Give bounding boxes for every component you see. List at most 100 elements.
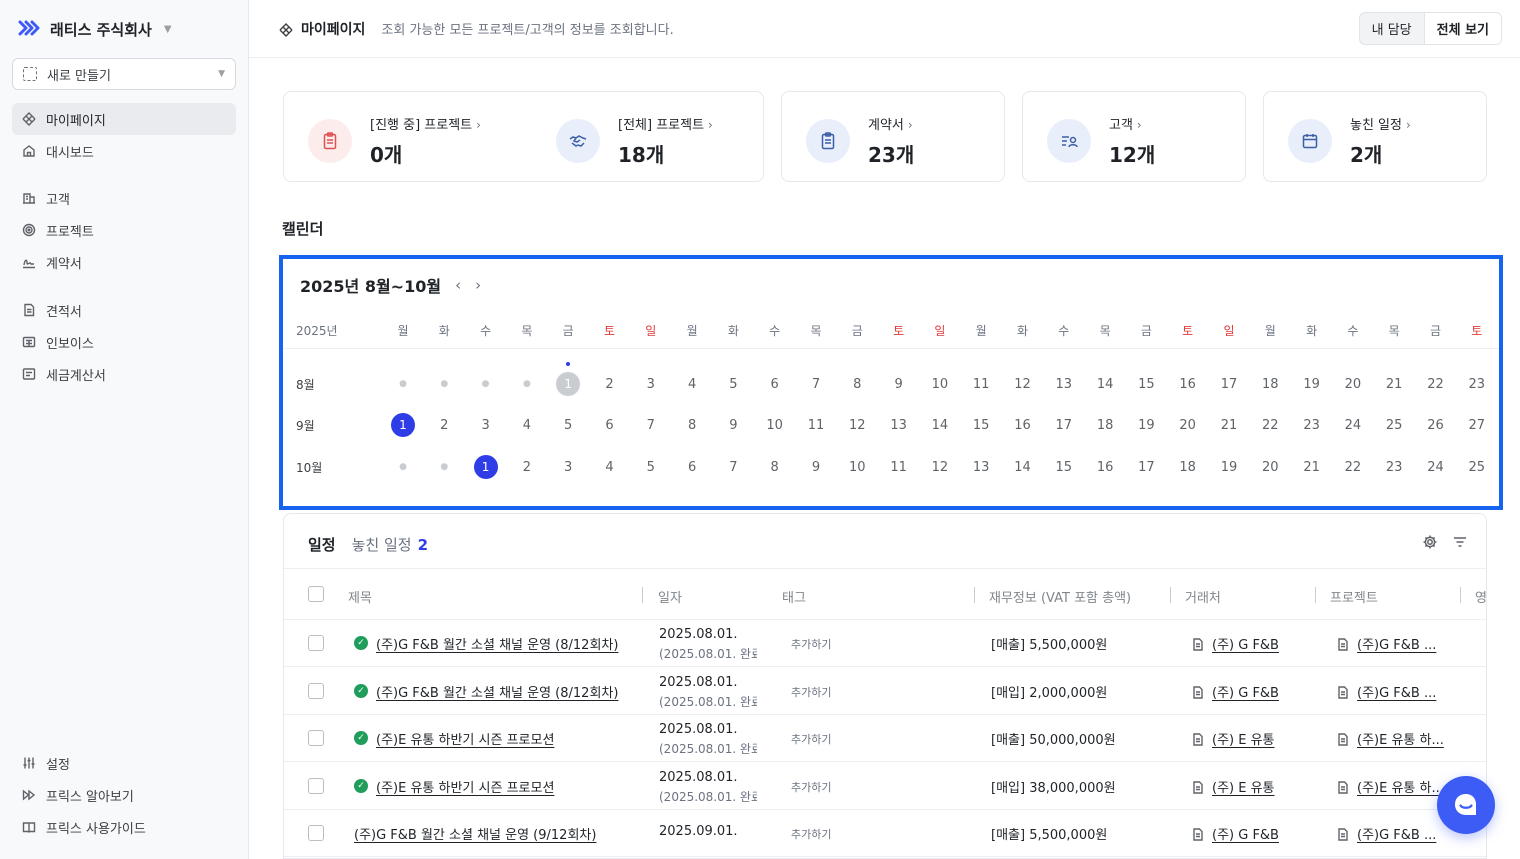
column-tag[interactable]: 태그: [782, 587, 806, 606]
column-resizer[interactable]: [974, 587, 975, 603]
sidebar-item-about[interactable]: 프릭스 알아보기: [12, 779, 236, 811]
add-tag-button[interactable]: 추가하기: [791, 779, 831, 795]
row-checkbox[interactable]: [308, 635, 324, 651]
column-extra[interactable]: 영: [1475, 587, 1486, 606]
calendar-day[interactable]: 19: [1134, 413, 1158, 437]
calendar-day[interactable]: 22: [1341, 455, 1365, 479]
calendar-day[interactable]: 5: [721, 372, 745, 396]
calendar-day[interactable]: 23: [1382, 455, 1406, 479]
stat-customers[interactable]: 고객 › 12개: [1047, 114, 1155, 168]
chevron-left-icon[interactable]: ‹: [455, 276, 461, 294]
calendar-day[interactable]: 8: [680, 413, 704, 437]
calendar-day[interactable]: 17: [1052, 413, 1076, 437]
calendar-day[interactable]: 6: [763, 372, 787, 396]
workspace-switcher[interactable]: 래티스 주식회사 ▼: [18, 18, 172, 40]
calendar-day[interactable]: 23: [1300, 413, 1324, 437]
sidebar-item-tax-invoices[interactable]: 세금계산서: [12, 358, 236, 390]
calendar-day[interactable]: 12: [928, 455, 952, 479]
toggle-view-all[interactable]: 전체 보기: [1423, 13, 1501, 44]
calendar-day[interactable]: 11: [804, 413, 828, 437]
schedule-client[interactable]: (주) E 유통: [1192, 777, 1275, 796]
add-tag-button[interactable]: 추가하기: [791, 636, 831, 652]
calendar-day[interactable]: 14: [1011, 455, 1035, 479]
create-new-dropdown[interactable]: 새로 만들기 ▼: [12, 58, 236, 90]
schedule-client[interactable]: (주) G F&B: [1192, 824, 1279, 843]
calendar-day[interactable]: 8: [763, 455, 787, 479]
calendar-day[interactable]: 10: [928, 372, 952, 396]
calendar-day[interactable]: 21: [1382, 372, 1406, 396]
calendar-day[interactable]: 10: [763, 413, 787, 437]
calendar-day[interactable]: 11: [887, 455, 911, 479]
table-row[interactable]: ✓ (주)G F&B 월간 소셜 채널 운영 (8/12회차) 2025.08.01…: [284, 620, 1486, 667]
calendar-day[interactable]: 10: [845, 455, 869, 479]
schedule-project[interactable]: (주)E 유통 하...: [1337, 777, 1444, 796]
schedule-project[interactable]: (주)G F&B ...: [1337, 634, 1436, 653]
calendar-day[interactable]: 5: [639, 455, 663, 479]
calendar-day[interactable]: 2: [432, 413, 456, 437]
calendar-day[interactable]: 18: [1176, 455, 1200, 479]
column-resizer[interactable]: [642, 587, 643, 603]
calendar-day[interactable]: 21: [1217, 413, 1241, 437]
calendar-day[interactable]: 5: [556, 413, 580, 437]
calendar-day[interactable]: 24: [1424, 455, 1448, 479]
calendar-day[interactable]: 6: [598, 413, 622, 437]
calendar-day[interactable]: 13: [1052, 372, 1076, 396]
filter-icon[interactable]: [1452, 534, 1468, 550]
calendar-day[interactable]: 4: [680, 372, 704, 396]
schedule-client[interactable]: (주) E 유통: [1192, 729, 1275, 748]
calendar-day[interactable]: 6: [680, 455, 704, 479]
schedule-client[interactable]: (주) G F&B: [1192, 682, 1279, 701]
column-resizer[interactable]: [1315, 587, 1316, 603]
sidebar-item-quotes[interactable]: 견적서: [12, 294, 236, 326]
calendar-day[interactable]: 9: [721, 413, 745, 437]
calendar-day[interactable]: 17: [1134, 455, 1158, 479]
schedule-client[interactable]: (주) G F&B: [1192, 634, 1279, 653]
column-resizer[interactable]: [1170, 587, 1171, 603]
column-project[interactable]: 프로젝트: [1330, 587, 1378, 606]
calendar-day[interactable]: 22: [1258, 413, 1282, 437]
calendar-day[interactable]: 14: [1093, 372, 1117, 396]
column-title[interactable]: 제목: [348, 587, 372, 606]
calendar-day[interactable]: 22: [1424, 372, 1448, 396]
table-row[interactable]: ✓ (주)E 유통 하반기 시즌 프로모션 2025.08.01. (2025.08.…: [284, 763, 1486, 810]
tab-missed-schedule[interactable]: 놓친 일정 2: [352, 534, 428, 555]
calendar-day[interactable]: 2: [598, 372, 622, 396]
calendar-day[interactable]: 19: [1217, 455, 1241, 479]
chevron-right-icon[interactable]: ›: [475, 276, 481, 294]
stat-active-projects[interactable]: [진행 중] 프로젝트 › 0개: [308, 114, 481, 168]
sidebar-item-customers[interactable]: 고객: [12, 182, 236, 214]
sidebar-item-contracts[interactable]: 계약서: [12, 246, 236, 278]
toggle-my-assigned[interactable]: 내 담당: [1360, 13, 1424, 44]
calendar-day[interactable]: 11: [969, 372, 993, 396]
add-tag-button[interactable]: 추가하기: [791, 826, 831, 842]
calendar-day[interactable]: 7: [639, 413, 663, 437]
sidebar-item-dashboard[interactable]: 대시보드: [12, 135, 236, 167]
calendar-day[interactable]: 1: [391, 413, 415, 437]
calendar-day[interactable]: 13: [969, 455, 993, 479]
column-client[interactable]: 거래처: [1185, 587, 1221, 606]
calendar-day[interactable]: 27: [1465, 413, 1489, 437]
calendar-day[interactable]: 3: [639, 372, 663, 396]
calendar-day[interactable]: 26: [1424, 413, 1448, 437]
calendar-day[interactable]: 25: [1465, 455, 1489, 479]
table-row[interactable]: (주)G F&B 월간 소셜 채널 운영 (9/12회차) 2025.09.01.…: [284, 810, 1486, 857]
calendar-day[interactable]: 20: [1258, 455, 1282, 479]
calendar-day[interactable]: 18: [1093, 413, 1117, 437]
calendar-day[interactable]: 23: [1465, 372, 1489, 396]
calendar-day[interactable]: 18: [1258, 372, 1282, 396]
calendar-day[interactable]: 24: [1341, 413, 1365, 437]
calendar-day[interactable]: 9: [887, 372, 911, 396]
stat-all-projects[interactable]: [전체] 프로젝트 › 18개: [556, 114, 713, 168]
calendar-day[interactable]: 20: [1176, 413, 1200, 437]
calendar-day[interactable]: 17: [1217, 372, 1241, 396]
schedule-title[interactable]: (주)E 유통 하반기 시즌 프로모션: [376, 729, 554, 748]
stat-contracts[interactable]: 계약서 › 23개: [806, 114, 914, 168]
calendar-day[interactable]: 7: [804, 372, 828, 396]
schedule-project[interactable]: (주)G F&B ...: [1337, 682, 1436, 701]
calendar-day[interactable]: 12: [1011, 372, 1035, 396]
chat-support-button[interactable]: [1437, 776, 1495, 834]
schedule-title[interactable]: (주)E 유통 하반기 시즌 프로모션: [376, 777, 554, 796]
row-checkbox[interactable]: [308, 777, 324, 794]
calendar-day[interactable]: 20: [1341, 372, 1365, 396]
calendar-day[interactable]: 3: [474, 413, 498, 437]
